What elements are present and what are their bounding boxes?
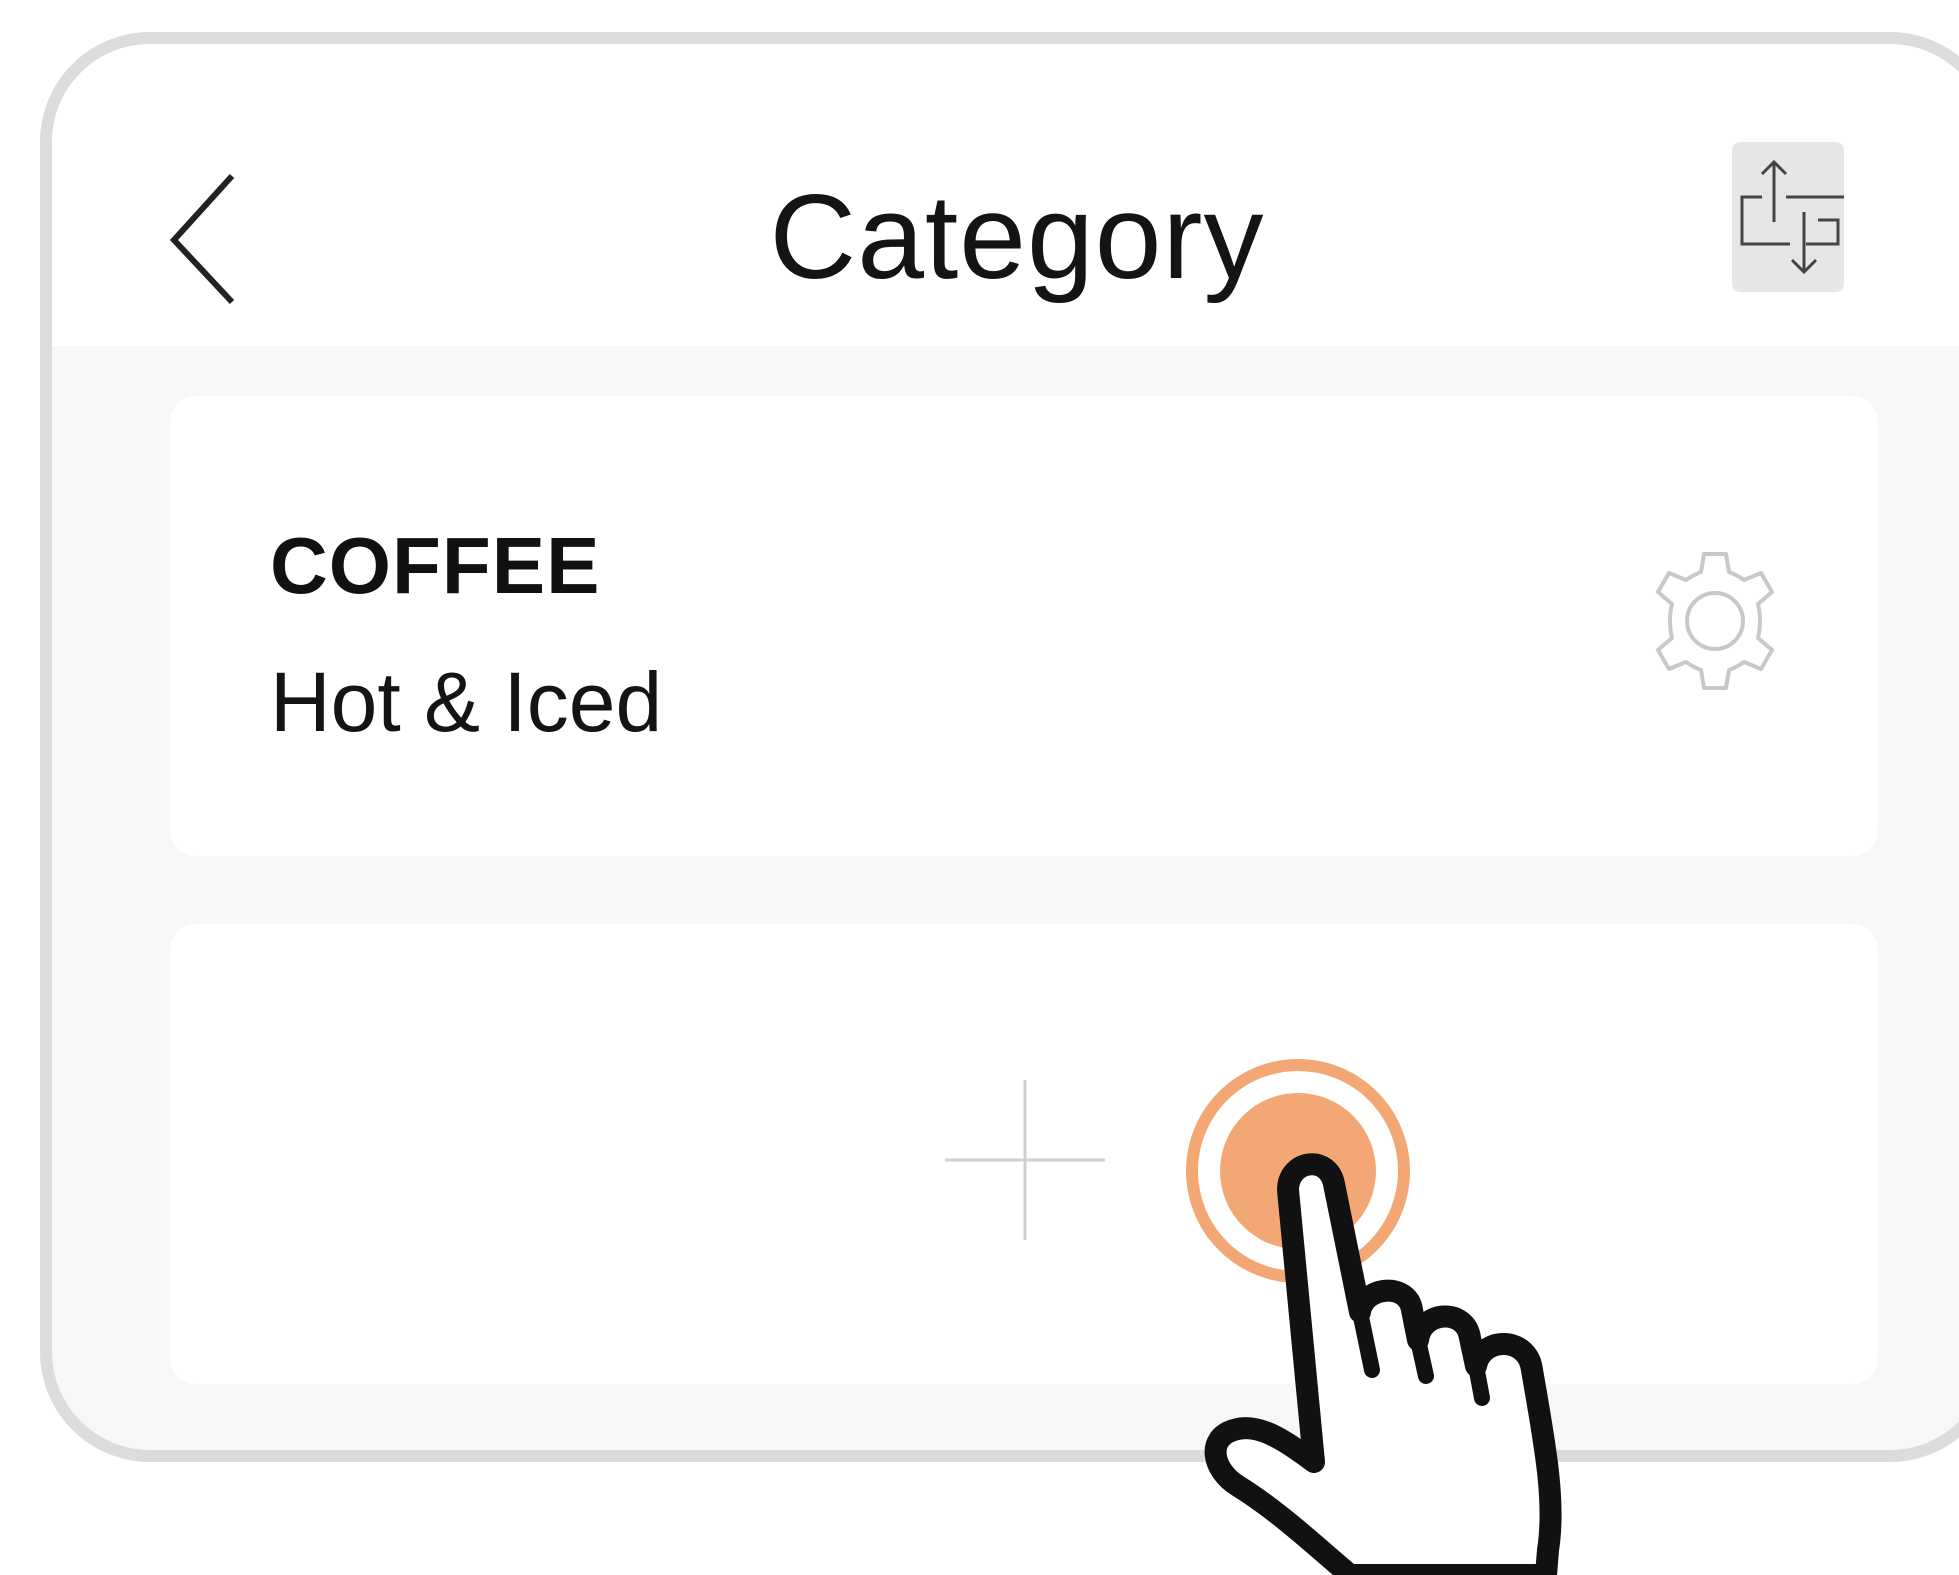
page-title: Category (769, 170, 1265, 304)
category-settings-button[interactable] (1640, 546, 1790, 696)
reorder-icon (1740, 159, 1844, 275)
plus-icon (945, 1080, 1105, 1240)
add-category-card[interactable] (170, 924, 1878, 1384)
category-card[interactable]: COFFEE Hot & Iced (170, 396, 1878, 856)
category-name: COFFEE (270, 521, 601, 610)
header-bar: Category (52, 44, 1959, 346)
gear-icon (1656, 552, 1774, 690)
reorder-button[interactable] (1732, 142, 1844, 292)
category-description: Hot & Iced (270, 655, 663, 749)
app-frame: Category COFFEE Hot & Iced (40, 32, 1959, 1462)
